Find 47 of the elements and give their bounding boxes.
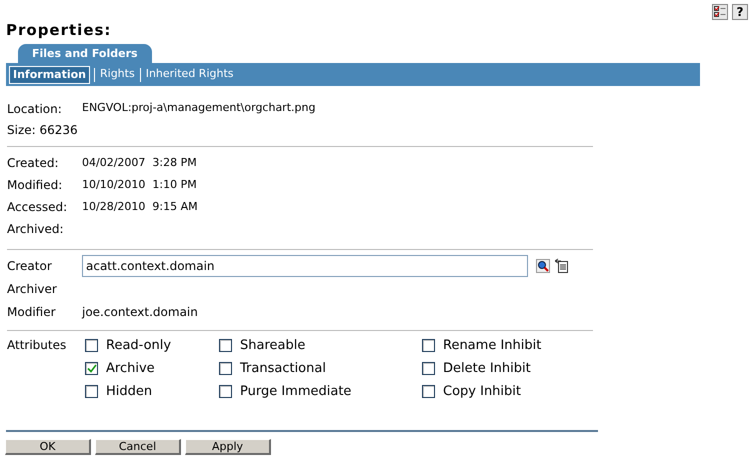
checkbox[interactable] <box>219 385 232 398</box>
field-label: Modifier <box>7 304 57 320</box>
field-label: Created: <box>7 155 60 172</box>
date-value: 10/10/2010 1:10 PM <box>82 176 197 193</box>
field-label: Size: 66236 <box>7 122 78 138</box>
checkbox-label: Read-only <box>106 336 172 355</box>
checklist-icon[interactable] <box>712 4 728 20</box>
date-value: 04/02/2007 3:28 PM <box>82 154 197 171</box>
checkbox[interactable] <box>85 362 98 375</box>
checkbox[interactable] <box>85 339 98 352</box>
field-label: Location: <box>7 100 63 118</box>
attributes-label: Attributes <box>7 337 68 354</box>
checkbox[interactable] <box>219 339 232 352</box>
subtab[interactable]: Rights <box>99 66 136 83</box>
checkbox-label: Archive <box>106 360 155 378</box>
checkbox[interactable] <box>219 362 232 375</box>
checkbox-label: Purge Immediate <box>240 382 352 401</box>
checkbox[interactable] <box>422 385 435 398</box>
creator-field[interactable]: acatt.context.domain <box>82 254 528 276</box>
checkmark-icon <box>86 364 96 373</box>
checkbox[interactable] <box>422 362 435 375</box>
checkbox-label: Hidden <box>106 382 152 401</box>
help-button[interactable]: ? <box>732 4 748 20</box>
field-value: joe.context.domain <box>82 304 198 320</box>
checkbox-label: Copy Inhibit <box>443 382 521 401</box>
page-title: Properties: <box>6 20 112 40</box>
checkbox-label: Rename Inhibit <box>443 336 542 355</box>
dialog-button[interactable]: Cancel <box>95 439 181 455</box>
date-value: 10/28/2010 9:15 AM <box>82 198 198 215</box>
field-label: Archiver <box>7 280 58 298</box>
checkbox-label: Shareable <box>240 336 306 355</box>
dialog-button[interactable]: OK <box>5 439 91 455</box>
document-list-icon[interactable] <box>555 258 569 273</box>
files-and-folders-tab[interactable]: Files and Folders <box>18 44 152 63</box>
field-value: ENGVOL:proj-a\management\orgchart.png <box>82 100 316 116</box>
dialog-button[interactable]: Apply <box>185 439 271 455</box>
checkbox-label: Delete Inhibit <box>443 360 531 378</box>
field-label: Accessed: <box>7 199 68 216</box>
field-label: Creator <box>7 258 53 274</box>
checkbox[interactable] <box>422 339 435 352</box>
checkbox[interactable] <box>85 385 98 398</box>
subtab[interactable]: Information <box>9 66 90 84</box>
subtab[interactable]: Inherited Rights <box>144 66 234 83</box>
checkbox-label: Transactional <box>240 360 326 378</box>
field-label: Modified: <box>7 177 64 194</box>
search-icon[interactable] <box>536 258 550 272</box>
field-label: Archived: <box>7 221 65 238</box>
